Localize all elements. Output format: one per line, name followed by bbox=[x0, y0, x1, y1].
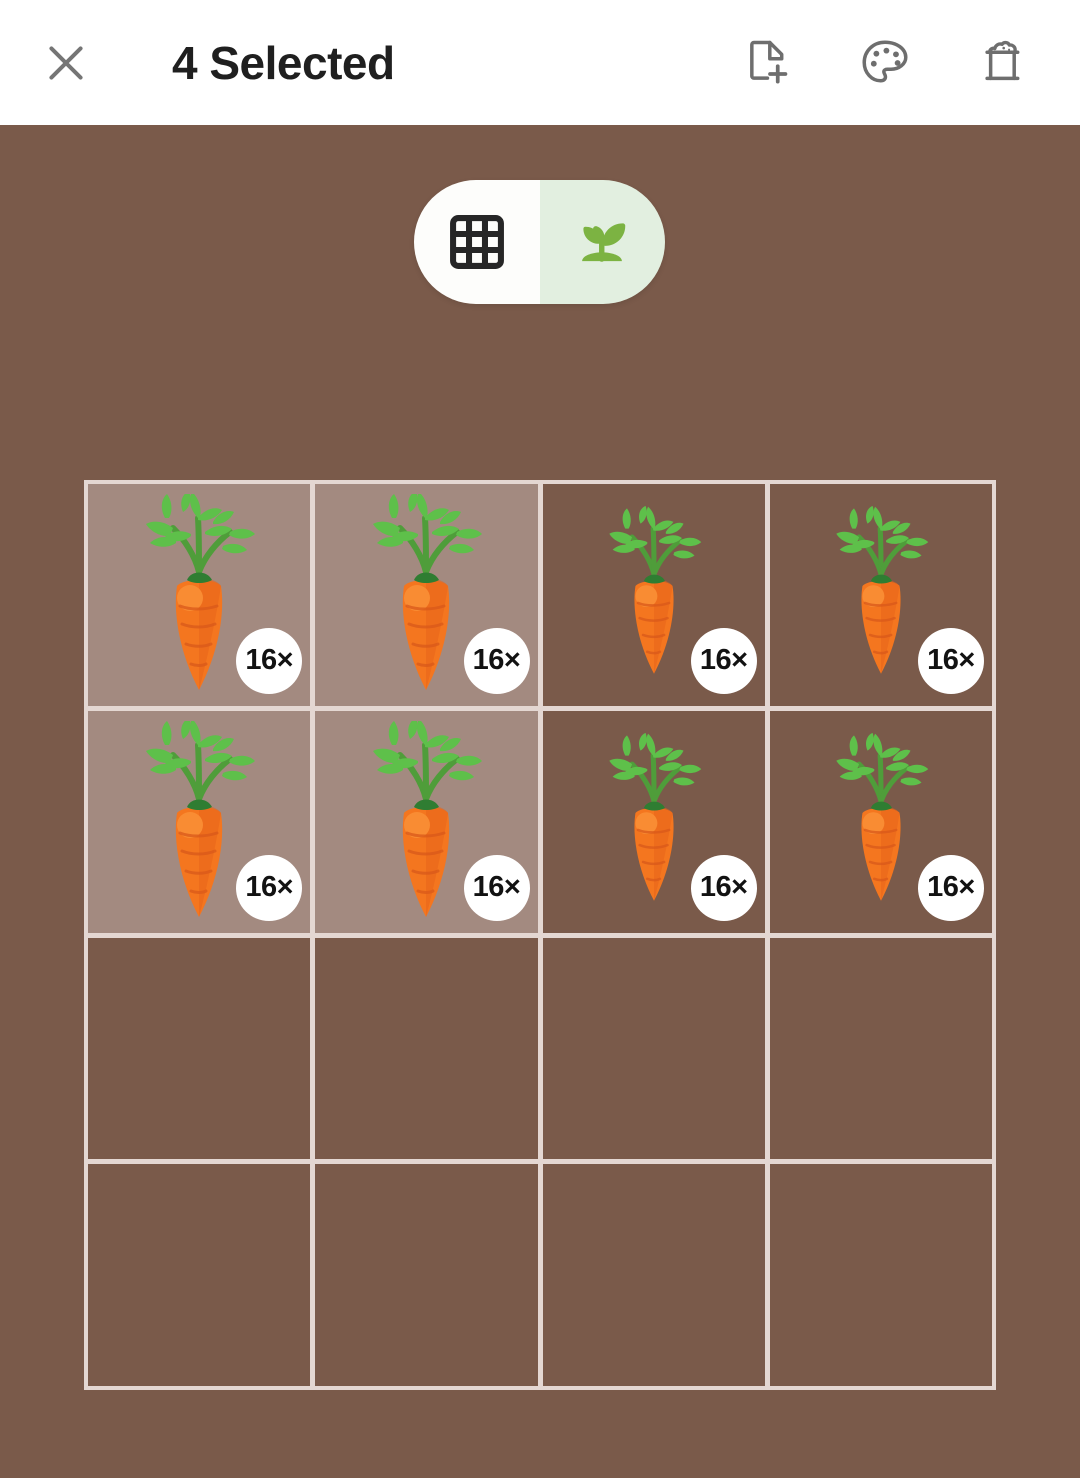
garden-cell-r1c4[interactable]: 16× bbox=[769, 484, 992, 706]
garden-cell-r4c1[interactable] bbox=[88, 1164, 311, 1386]
garden-plot-grid: 16× 16× 16× 16× 16× 16× 16× 16× bbox=[88, 484, 992, 1386]
garden-cell-r2c3[interactable]: 16× bbox=[542, 710, 765, 933]
plant-count-badge[interactable]: 16× bbox=[463, 627, 530, 694]
plant-count-badge[interactable]: 16× bbox=[918, 854, 984, 921]
plant-count-badge[interactable]: 16× bbox=[236, 627, 303, 694]
toggle-option-grid-view[interactable] bbox=[414, 180, 540, 304]
plant-count-badge[interactable]: 16× bbox=[690, 854, 757, 921]
garden-cell-r2c1[interactable]: 16× bbox=[88, 710, 311, 933]
close-button[interactable] bbox=[34, 31, 98, 95]
garden-canvas: 16× 16× 16× 16× 16× 16× 16× 16× bbox=[0, 125, 1080, 1478]
plant-count-badge[interactable]: 16× bbox=[690, 627, 757, 694]
file-plus-icon bbox=[750, 40, 788, 84]
color-palette-button[interactable] bbox=[854, 32, 916, 94]
plant-count-badge[interactable]: 16× bbox=[236, 854, 303, 921]
app-bar-actions bbox=[736, 32, 1034, 94]
grid-icon bbox=[449, 215, 504, 269]
plant-count-badge[interactable]: 16× bbox=[918, 627, 984, 694]
palette-icon bbox=[862, 39, 908, 82]
page-title: 4 Selected bbox=[172, 36, 395, 89]
garden-cell-r3c1[interactable] bbox=[88, 937, 311, 1160]
garden-cell-r3c2[interactable] bbox=[315, 937, 538, 1160]
soil-bag-icon bbox=[985, 40, 1020, 80]
garden-plot: 16× 16× 16× 16× 16× 16× 16× 16× bbox=[84, 480, 996, 1390]
plant-count-badge[interactable]: 16× bbox=[463, 854, 530, 921]
garden-cell-r4c3[interactable] bbox=[542, 1164, 765, 1386]
garden-cell-r2c4[interactable]: 16× bbox=[769, 710, 992, 933]
garden-cell-r3c4[interactable] bbox=[769, 937, 992, 1160]
garden-cell-r4c2[interactable] bbox=[315, 1164, 538, 1386]
view-mode-toggle bbox=[414, 180, 665, 304]
soil-bag-button[interactable] bbox=[972, 32, 1034, 94]
seedling-icon bbox=[582, 223, 626, 262]
garden-cell-r2c2[interactable]: 16× bbox=[315, 710, 538, 933]
add-note-button[interactable] bbox=[736, 32, 798, 94]
garden-cell-r1c3[interactable]: 16× bbox=[542, 484, 765, 706]
garden-cell-r3c3[interactable] bbox=[542, 937, 765, 1160]
app-bar: 4 Selected bbox=[0, 0, 1080, 125]
garden-cell-r1c2[interactable]: 16× bbox=[315, 484, 538, 706]
garden-cell-r4c4[interactable] bbox=[769, 1164, 992, 1386]
toggle-option-plant-view[interactable] bbox=[539, 180, 665, 304]
garden-cell-r1c1[interactable]: 16× bbox=[88, 484, 311, 706]
close-icon bbox=[49, 45, 83, 80]
